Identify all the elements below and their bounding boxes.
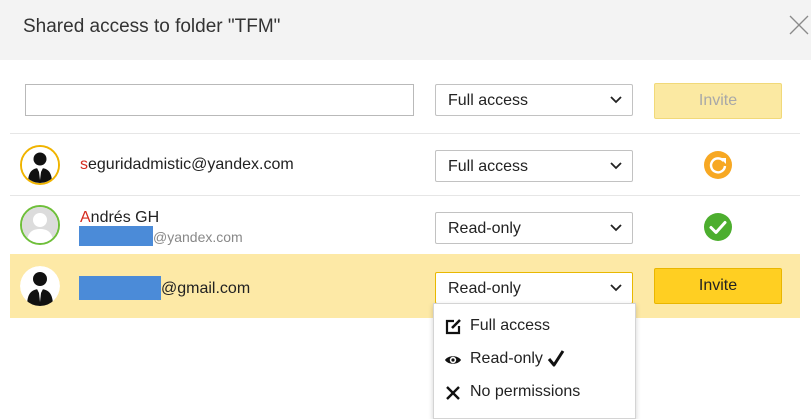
- edit-icon: [445, 319, 461, 335]
- menu-item-label: Full access: [470, 317, 551, 334]
- accepted-check-icon: [703, 212, 733, 242]
- user-access-select[interactable]: Full access: [435, 150, 633, 182]
- placeholder-avatar-icon: [20, 205, 60, 245]
- invite-button-label: Invite: [698, 92, 738, 109]
- email-input[interactable]: [25, 84, 414, 116]
- chevron-down-icon: [610, 96, 622, 104]
- redacted-block: [79, 226, 153, 246]
- checkmark-icon: [547, 350, 565, 367]
- email-first-letter: s: [80, 156, 88, 173]
- email-rest: eguridadmistic@yandex.com: [88, 156, 294, 173]
- name-rest: ndrés GH: [90, 209, 160, 226]
- user-name: Andrés GH: [80, 209, 159, 227]
- chevron-down-icon: [610, 284, 622, 292]
- invite-button[interactable]: Invite: [654, 83, 782, 119]
- pending-refresh-icon: [703, 150, 733, 180]
- user-access-select[interactable]: Read-only: [435, 212, 633, 244]
- menu-item-no-permissions[interactable]: No permissions: [434, 378, 635, 408]
- close-button[interactable]: [788, 14, 810, 36]
- user-email: seguridadmistic@yandex.com: [80, 156, 294, 174]
- name-first-letter: A: [80, 209, 91, 226]
- invite-access-value: Full access: [448, 92, 529, 109]
- user-avatar-icon: [20, 145, 60, 185]
- user-avatar-icon: [20, 266, 60, 306]
- dialog-title: Shared access to folder "TFM": [23, 16, 281, 37]
- menu-item-label: Read-only: [470, 350, 543, 367]
- user-access-value: Read-only: [448, 220, 521, 237]
- chevron-down-icon: [610, 162, 622, 170]
- user-email-domain: @gmail.com: [161, 280, 251, 297]
- invite-user-button-label: Invite: [698, 277, 738, 294]
- divider: [10, 133, 800, 134]
- user-email-domain: @yandex.com: [153, 229, 243, 245]
- menu-item-read-only[interactable]: Read-only: [434, 345, 635, 375]
- dialog-header: Shared access to folder "TFM": [0, 0, 811, 60]
- eye-icon: [445, 356, 461, 364]
- user-access-value: Read-only: [448, 280, 521, 297]
- divider: [10, 195, 800, 196]
- invite-user-button[interactable]: Invite: [654, 268, 782, 304]
- redacted-block: [79, 276, 161, 300]
- user-access-value: Full access: [448, 158, 529, 175]
- access-dropdown-menu: Full access Read-only No permissions: [433, 303, 636, 419]
- chevron-down-icon: [610, 224, 622, 232]
- x-icon: [446, 386, 460, 400]
- close-icon: [789, 15, 809, 35]
- user-access-select[interactable]: Read-only: [435, 272, 633, 304]
- invite-access-select[interactable]: Full access: [435, 84, 633, 116]
- menu-item-label: No permissions: [470, 383, 581, 400]
- menu-item-full-access[interactable]: Full access: [434, 312, 635, 342]
